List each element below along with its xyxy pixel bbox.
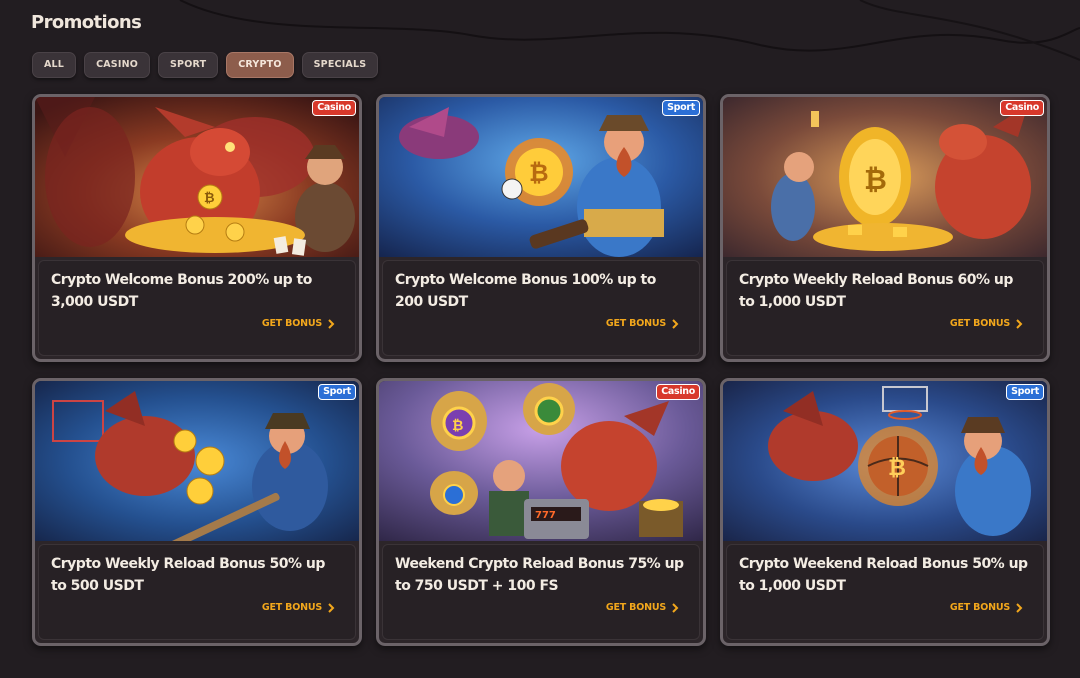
get-bonus-button[interactable]: GET BONUS bbox=[606, 318, 679, 329]
get-bonus-label: GET BONUS bbox=[261, 318, 322, 329]
get-bonus-label: GET BONUS bbox=[261, 602, 322, 613]
promo-title: Crypto Weekly Reload Bonus 50% up to 500… bbox=[51, 556, 325, 594]
chevron-right-icon bbox=[1016, 602, 1023, 613]
category-tag: Casino bbox=[1000, 100, 1044, 116]
promo-image-hockey-dwarf: Sport bbox=[35, 381, 359, 541]
get-bonus-button[interactable]: GET BONUS bbox=[262, 318, 335, 329]
promo-card[interactable]: ₿ 777 Casino Weekend Crypto Reload Bonus… bbox=[376, 378, 706, 646]
svg-text:777: 777 bbox=[535, 510, 556, 521]
promo-card-body: Crypto Weekly Reload Bonus 60% up to 1,0… bbox=[726, 260, 1044, 356]
promo-card-body: Crypto Welcome Bonus 200% up to 3,000 US… bbox=[38, 260, 356, 356]
category-tag: Casino bbox=[312, 100, 356, 116]
promo-card-body: Crypto Welcome Bonus 100% up to 200 USDT… bbox=[382, 260, 700, 356]
get-bonus-button[interactable]: GET BONUS bbox=[950, 602, 1023, 613]
filter-bar: ALL CASINO SPORT CRYPTO SPECIALS bbox=[32, 52, 379, 78]
get-bonus-label: GET BONUS bbox=[605, 602, 666, 613]
category-tag: Sport bbox=[318, 384, 356, 400]
chevron-right-icon bbox=[1016, 318, 1023, 329]
get-bonus-label: GET BONUS bbox=[949, 602, 1010, 613]
promo-image-slot-machine: ₿ 777 Casino bbox=[379, 381, 703, 541]
get-bonus-button[interactable]: GET BONUS bbox=[606, 602, 679, 613]
promo-image-dragon-hoarding-gold: ₿ Casino bbox=[35, 97, 359, 257]
filter-specials-button[interactable]: SPECIALS bbox=[301, 52, 379, 78]
category-tag: Sport bbox=[662, 100, 700, 116]
promo-card-body: Crypto Weekend Reload Bonus 50% up to 1,… bbox=[726, 544, 1044, 640]
promo-card[interactable]: Sport Crypto Weekly Reload Bonus 50% up … bbox=[32, 378, 362, 646]
svg-text:₿: ₿ bbox=[204, 191, 215, 206]
svg-text:₿: ₿ bbox=[888, 456, 906, 481]
filter-sport-button[interactable]: SPORT bbox=[158, 52, 219, 78]
promo-title: Crypto Welcome Bonus 200% up to 3,000 US… bbox=[51, 272, 312, 310]
promo-card-body: Weekend Crypto Reload Bonus 75% up to 75… bbox=[382, 544, 700, 640]
get-bonus-label: GET BONUS bbox=[605, 318, 666, 329]
promo-card[interactable]: ₿ Casino Crypto Weekly Reload Bonus 60% … bbox=[720, 94, 1050, 362]
category-tag: Casino bbox=[656, 384, 700, 400]
promo-image-basketball-dwarf: ₿ Sport bbox=[723, 381, 1047, 541]
filter-all-button[interactable]: ALL bbox=[32, 52, 77, 78]
promo-card[interactable]: ₿ Casino Crypto Welcome Bonus 200% up to… bbox=[32, 94, 362, 362]
category-tag: Sport bbox=[1006, 384, 1044, 400]
filter-crypto-button[interactable]: CRYPTO bbox=[226, 52, 294, 78]
get-bonus-button[interactable]: GET BONUS bbox=[950, 318, 1023, 329]
promo-image-golden-bitcoin-egg: ₿ Casino bbox=[723, 97, 1047, 257]
promo-card[interactable]: ₿ Sport Crypto Weekend Reload Bonus 50% … bbox=[720, 378, 1050, 646]
chevron-right-icon bbox=[328, 602, 335, 613]
page-title: Promotions bbox=[31, 12, 142, 33]
filter-casino-button[interactable]: CASINO bbox=[84, 52, 150, 78]
promo-card[interactable]: ₿ Sport Crypto Welcome Bonus 100% up to … bbox=[376, 94, 706, 362]
chevron-right-icon bbox=[328, 318, 335, 329]
chevron-right-icon bbox=[672, 318, 679, 329]
promo-image-dwarf-kicking-bitcoin: ₿ Sport bbox=[379, 97, 703, 257]
promo-title: Crypto Welcome Bonus 100% up to 200 USDT bbox=[395, 272, 656, 310]
promo-title: Crypto Weekend Reload Bonus 50% up to 1,… bbox=[739, 556, 1028, 594]
svg-text:₿: ₿ bbox=[529, 159, 549, 187]
get-bonus-button[interactable]: GET BONUS bbox=[262, 602, 335, 613]
get-bonus-label: GET BONUS bbox=[949, 318, 1010, 329]
svg-text:₿: ₿ bbox=[452, 418, 463, 434]
promo-card-body: Crypto Weekly Reload Bonus 50% up to 500… bbox=[38, 544, 356, 640]
promo-title: Crypto Weekly Reload Bonus 60% up to 1,0… bbox=[739, 272, 1013, 310]
chevron-right-icon bbox=[672, 602, 679, 613]
promo-title: Weekend Crypto Reload Bonus 75% up to 75… bbox=[395, 556, 684, 594]
promotions-grid: ₿ Casino Crypto Welcome Bonus 200% up to… bbox=[32, 94, 1050, 646]
svg-text:₿: ₿ bbox=[864, 163, 887, 196]
